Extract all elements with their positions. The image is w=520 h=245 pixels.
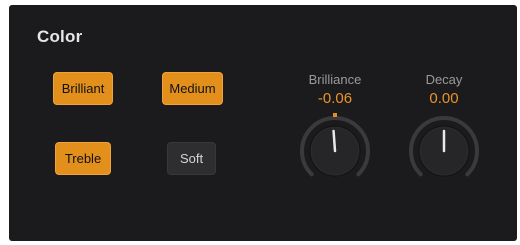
brilliance-label: Brilliance xyxy=(308,72,362,87)
brilliant-button[interactable]: Brilliant xyxy=(53,72,113,105)
brilliance-knob[interactable] xyxy=(295,111,375,191)
decay-value: 0.00 xyxy=(429,90,459,107)
treble-button[interactable]: Treble xyxy=(55,142,111,175)
color-panel: Color Brilliant Medium Treble Soft Brill… xyxy=(9,5,517,241)
medium-button[interactable]: Medium xyxy=(162,72,223,105)
decay-knob[interactable] xyxy=(404,111,484,191)
panel-title: Color xyxy=(37,27,83,46)
soft-button[interactable]: Soft xyxy=(167,142,216,175)
decay-label: Decay xyxy=(425,72,463,87)
brilliance-value: -0.06 xyxy=(317,90,353,107)
